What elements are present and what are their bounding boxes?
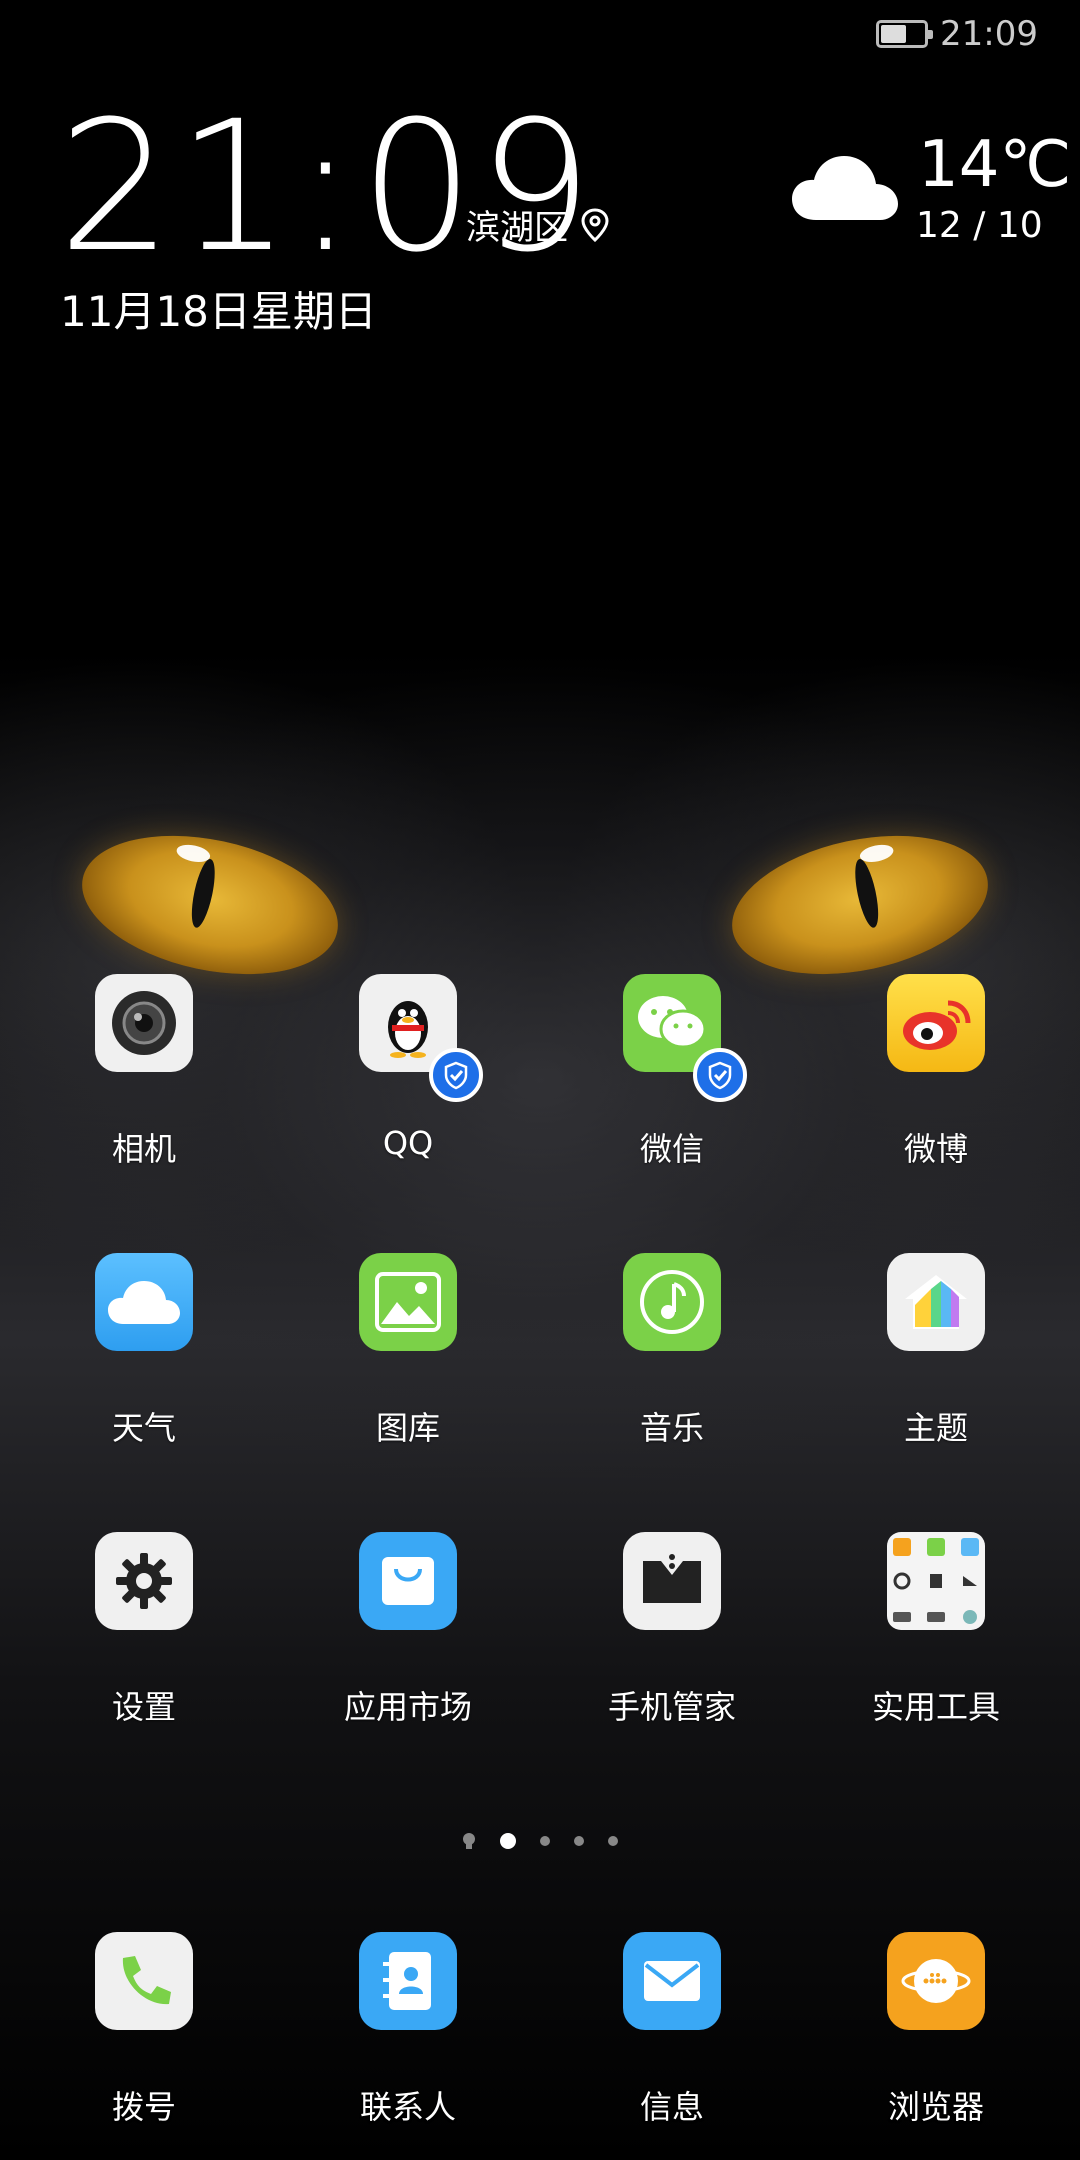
app-label: 主题	[903, 1409, 968, 1447]
app-gallery[interactable]: 图库	[288, 1253, 528, 1449]
temperature[interactable]: 14℃	[918, 128, 1071, 202]
page-dot-2[interactable]	[540, 1836, 550, 1846]
status-bar: 21:09	[876, 14, 1038, 54]
temperature-range: 12 / 10	[916, 205, 1043, 246]
dock-browser[interactable]: 浏览器	[816, 1932, 1056, 2128]
app-phone-manager[interactable]: 手机管家	[552, 1532, 792, 1728]
folder-tools[interactable]: 实用工具	[816, 1532, 1056, 1728]
dock-dialer[interactable]: 拨号	[24, 1932, 264, 2128]
camera-icon	[95, 974, 193, 1072]
cloud-icon[interactable]	[790, 150, 900, 224]
app-camera[interactable]: 相机	[24, 974, 264, 1170]
weibo-icon	[887, 974, 985, 1072]
app-label: 手机管家	[607, 1688, 736, 1726]
browser-globe-icon	[887, 1932, 985, 2030]
app-settings[interactable]: 设置	[24, 1532, 264, 1728]
phone-icon	[95, 1932, 193, 2030]
cat-eye-right	[719, 814, 1001, 996]
app-weibo[interactable]: 微博	[816, 974, 1056, 1170]
page-dot-4[interactable]	[608, 1836, 618, 1846]
music-note-icon	[623, 1253, 721, 1351]
gear-icon	[95, 1532, 193, 1630]
wechat-icon	[623, 974, 747, 1102]
themes-icon	[887, 1253, 985, 1351]
gallery-icon	[359, 1253, 457, 1351]
app-music[interactable]: 音乐	[552, 1253, 792, 1449]
clock-time[interactable]: 21:09	[58, 98, 597, 278]
app-label: 音乐	[639, 1409, 704, 1447]
app-themes[interactable]: 主题	[816, 1253, 1056, 1449]
tools-folder-icon	[887, 1532, 985, 1630]
page-dot-1[interactable]	[500, 1833, 516, 1849]
app-label: 拨号	[111, 2088, 176, 2126]
status-time: 21:09	[940, 14, 1038, 54]
dock-contacts[interactable]: 联系人	[288, 1932, 528, 2128]
page-dot-3[interactable]	[574, 1836, 584, 1846]
verified-badge-icon	[693, 1048, 747, 1102]
phone-manager-icon	[623, 1532, 721, 1630]
location-label: 滨湖区	[466, 208, 568, 248]
battery-icon	[876, 20, 934, 48]
date[interactable]: 11月18日星期日	[60, 278, 377, 339]
shopping-bag-icon	[359, 1532, 457, 1630]
app-label: 浏览器	[887, 2088, 984, 2126]
weather-cloud-icon	[95, 1253, 193, 1351]
lightbulb-icon	[463, 1833, 475, 1849]
location-pin-icon	[581, 207, 609, 242]
page-indicator[interactable]	[0, 1832, 1080, 1850]
app-label: QQ	[382, 1124, 434, 1162]
app-weather[interactable]: 天气	[24, 1253, 264, 1449]
app-qq[interactable]: QQ	[288, 974, 528, 1162]
app-label: 微信	[639, 1130, 704, 1168]
app-label: 应用市场	[343, 1688, 472, 1726]
app-label: 相机	[111, 1130, 176, 1168]
qq-penguin-icon	[359, 974, 483, 1102]
app-label: 微博	[903, 1130, 968, 1168]
verified-badge-icon	[429, 1048, 483, 1102]
app-market[interactable]: 应用市场	[288, 1532, 528, 1728]
app-label: 图库	[375, 1409, 440, 1447]
contacts-book-icon	[359, 1932, 457, 2030]
app-wechat[interactable]: 微信	[552, 974, 792, 1170]
dock-messages[interactable]: 信息	[552, 1932, 792, 2128]
app-label: 联系人	[359, 2088, 456, 2126]
location[interactable]: 滨湖区	[466, 200, 610, 249]
app-label: 设置	[111, 1688, 176, 1726]
cat-eye-left	[69, 814, 351, 996]
app-label: 实用工具	[871, 1688, 1000, 1726]
app-label: 天气	[111, 1409, 176, 1447]
envelope-icon	[623, 1932, 721, 2030]
app-label: 信息	[639, 2088, 704, 2126]
